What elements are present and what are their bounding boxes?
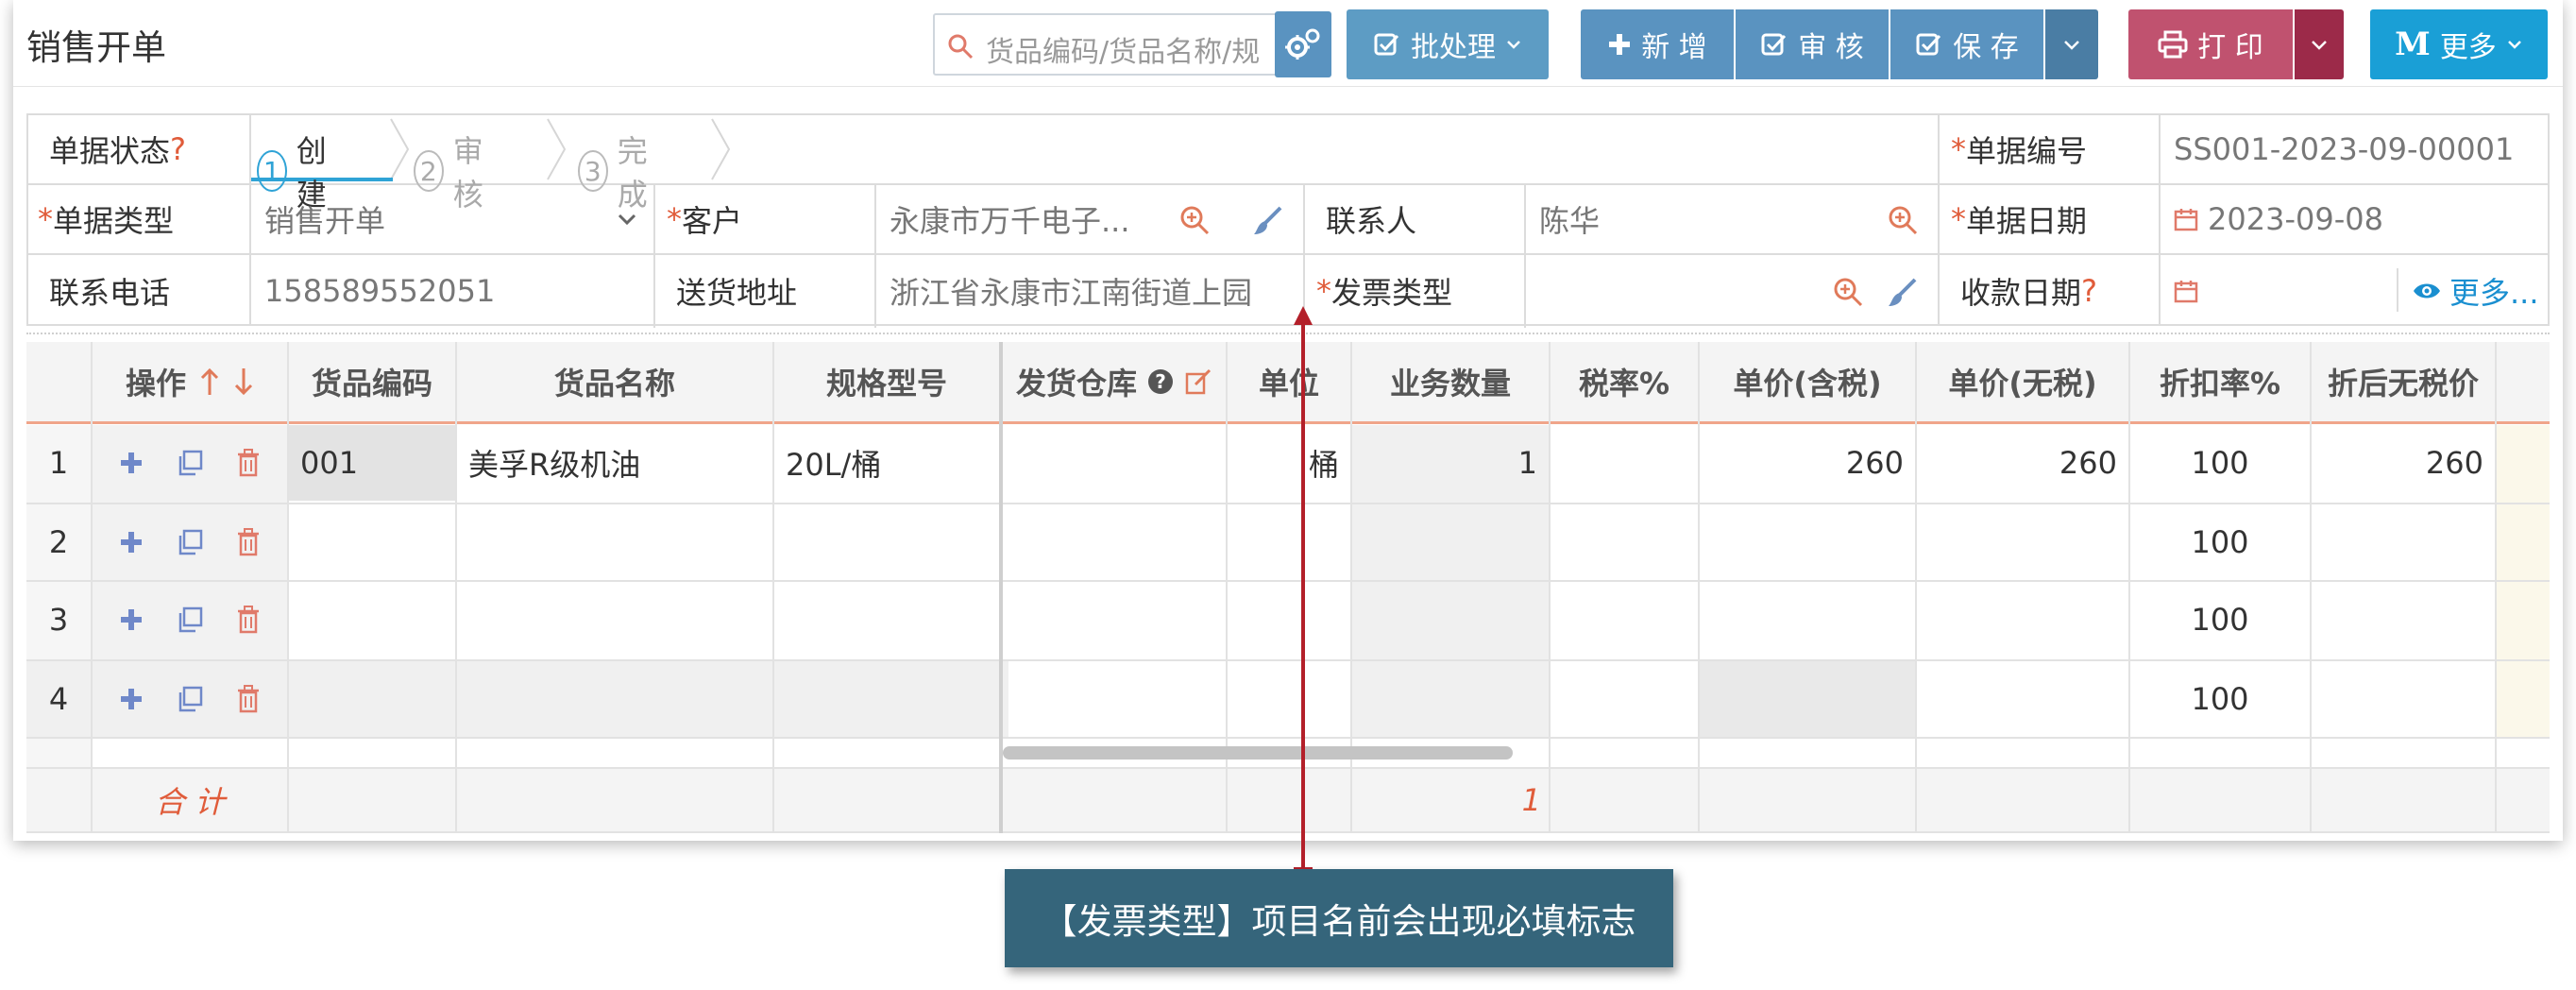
invoice-required-callout: 【发票类型】项目名前会出现必填标志 [1005,869,1673,967]
callout-arrow [1294,306,1313,871]
